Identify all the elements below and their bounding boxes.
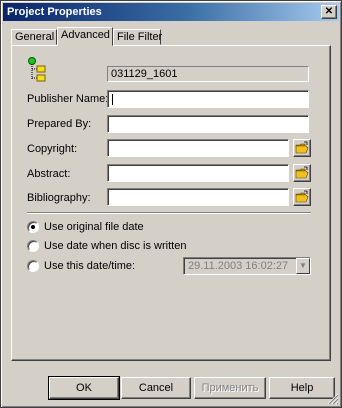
radio-selected-dot bbox=[31, 225, 35, 229]
close-button[interactable]: ✕ bbox=[321, 5, 337, 19]
cancel-button[interactable]: Cancel bbox=[121, 377, 191, 399]
prepared-by-label: Prepared By: bbox=[27, 118, 92, 130]
project-properties-dialog: Project Properties ✕ General Advanced Fi… bbox=[0, 0, 342, 408]
apply-button[interactable]: Применить bbox=[194, 377, 266, 399]
title-bar[interactable]: Project Properties ✕ bbox=[3, 3, 339, 21]
cancel-button-label: Cancel bbox=[138, 382, 174, 394]
text-caret bbox=[112, 94, 113, 105]
ok-button-label: OK bbox=[76, 382, 92, 394]
open-folder-icon bbox=[295, 141, 309, 154]
project-tree-icon bbox=[28, 57, 46, 82]
separator bbox=[27, 212, 311, 214]
ok-button[interactable]: OK bbox=[48, 376, 120, 400]
radio-use-this-date-label: Use this date/time: bbox=[44, 260, 136, 272]
publisher-name-label: Publisher Name: bbox=[27, 93, 109, 105]
publisher-name-input[interactable] bbox=[107, 90, 309, 108]
project-id-field: 031129_1601 bbox=[107, 66, 309, 82]
copyright-label: Copyright: bbox=[27, 143, 78, 155]
abstract-label: Abstract: bbox=[27, 168, 71, 180]
radio-original-file-date[interactable]: Use original file date bbox=[27, 220, 227, 234]
radio-use-this-date[interactable]: Use this date/time: bbox=[27, 259, 177, 273]
resize-grip-icon[interactable] bbox=[327, 393, 339, 405]
open-folder-icon bbox=[295, 190, 309, 203]
tab-advanced-label: Advanced bbox=[61, 29, 110, 41]
radio-button[interactable] bbox=[27, 240, 39, 252]
radio-original-file-date-label: Use original file date bbox=[44, 221, 144, 233]
chevron-down-icon[interactable]: ▼ bbox=[296, 258, 310, 274]
bibliography-browse-button[interactable] bbox=[293, 188, 311, 206]
bibliography-label: Bibliography: bbox=[27, 192, 91, 204]
copyright-browse-button[interactable] bbox=[293, 139, 311, 157]
copyright-input[interactable] bbox=[107, 139, 289, 157]
project-id-value: 031129_1601 bbox=[111, 68, 178, 80]
window-title: Project Properties bbox=[7, 6, 102, 18]
tab-file-filter[interactable]: File Filter bbox=[113, 29, 163, 45]
radio-date-when-written-label: Use date when disc is written bbox=[44, 240, 187, 252]
close-icon: ✕ bbox=[324, 6, 334, 17]
radio-button[interactable] bbox=[27, 260, 39, 272]
tab-advanced[interactable]: Advanced bbox=[57, 27, 113, 46]
help-button-label: Help bbox=[290, 382, 314, 394]
tab-general[interactable]: General bbox=[11, 29, 57, 45]
apply-button-label: Применить bbox=[201, 382, 259, 394]
radio-button[interactable] bbox=[27, 221, 39, 233]
help-button[interactable]: Help bbox=[269, 377, 335, 399]
radio-date-when-written[interactable]: Use date when disc is written bbox=[27, 239, 227, 253]
abstract-input[interactable] bbox=[107, 164, 289, 182]
custom-date-value: 29.11.2003 16:02:27 bbox=[188, 260, 289, 272]
open-folder-icon bbox=[295, 166, 309, 179]
tab-file-filter-label: File Filter bbox=[117, 31, 163, 43]
tab-general-label: General bbox=[15, 31, 55, 43]
prepared-by-input[interactable] bbox=[107, 115, 309, 133]
abstract-browse-button[interactable] bbox=[293, 164, 311, 182]
bibliography-input[interactable] bbox=[107, 188, 289, 206]
custom-date-picker[interactable]: 29.11.2003 16:02:27 ▼ bbox=[183, 257, 311, 275]
